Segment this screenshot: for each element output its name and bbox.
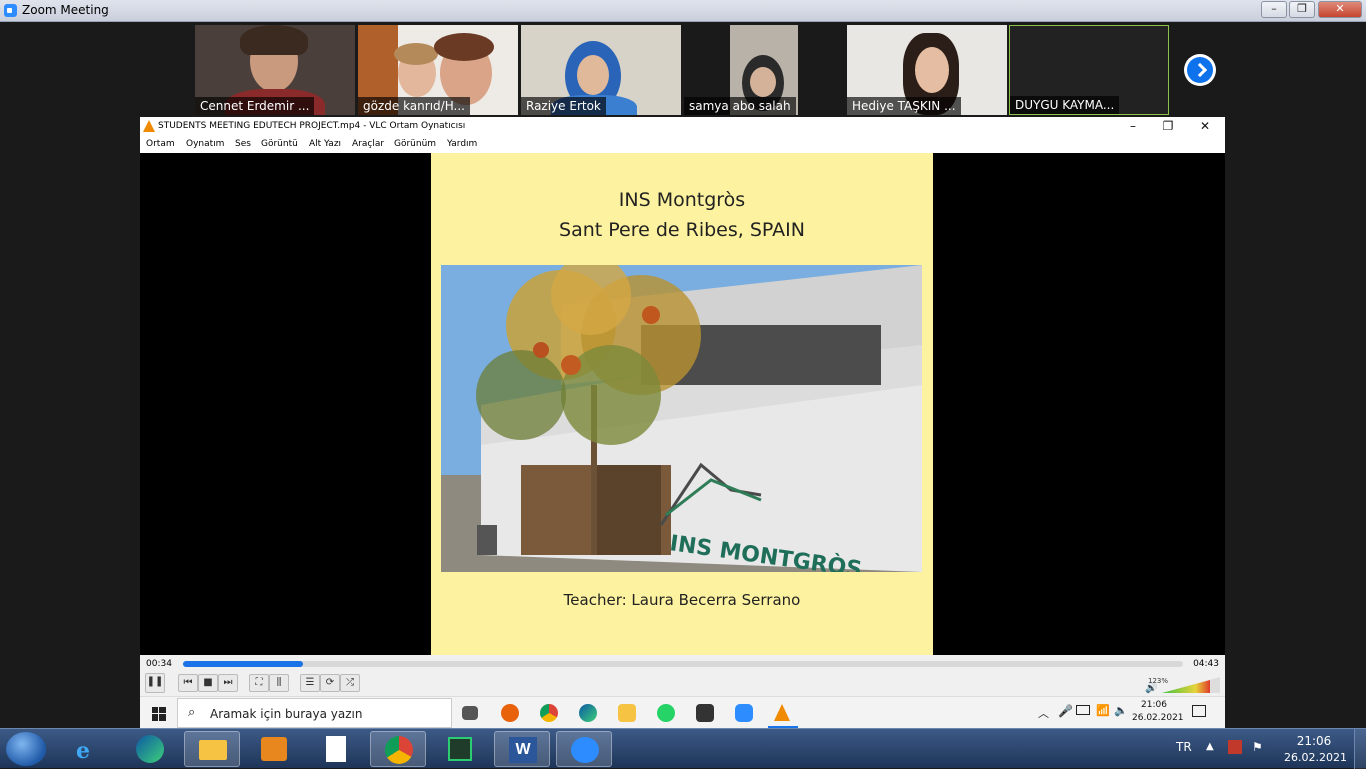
outer-clock-time[interactable]: 21:06 bbox=[1284, 734, 1344, 748]
seek-progress bbox=[183, 661, 303, 667]
wifi-icon[interactable]: 📶 bbox=[1096, 704, 1110, 717]
file-explorer-icon[interactable] bbox=[618, 704, 636, 722]
total-time: 04:43 bbox=[1193, 659, 1219, 669]
windows-start-icon[interactable] bbox=[152, 706, 166, 721]
inner-clock-time[interactable]: 21:06 bbox=[1134, 700, 1174, 710]
menu-araclar[interactable]: Araçlar bbox=[352, 139, 384, 149]
zoom-window-title: Zoom Meeting bbox=[22, 3, 109, 17]
vlc-close-button[interactable]: ✕ bbox=[1195, 119, 1215, 135]
participant-name: DUYGU KAYMA... bbox=[1010, 96, 1120, 114]
menu-ses[interactable]: Ses bbox=[235, 139, 251, 149]
vlc-minimize-button[interactable]: – bbox=[1123, 119, 1143, 135]
participant-tile[interactable]: gözde kanrıd/H... bbox=[358, 25, 518, 115]
menu-yardim[interactable]: Yardım bbox=[447, 139, 477, 149]
participant-tile-active-speaker[interactable]: DUYGU KAYMA... bbox=[1009, 25, 1169, 115]
blank-document-icon[interactable] bbox=[308, 731, 364, 767]
vlc-titlebar: STUDENTS MEETING EDUTECH PROJECT.mp4 - V… bbox=[140, 117, 1225, 137]
battery-icon[interactable] bbox=[1076, 705, 1090, 715]
whatsapp-icon[interactable] bbox=[657, 704, 675, 722]
microphone-icon[interactable]: 🎤 bbox=[1058, 704, 1073, 718]
chrome-outer-icon[interactable] bbox=[370, 731, 426, 767]
video-slide: INS Montgròs Sant Pere de Ribes, SPAIN I… bbox=[431, 153, 933, 655]
menu-oynatim[interactable]: Oynatım bbox=[186, 139, 224, 149]
participant-name: Cennet Erdemir ... bbox=[195, 97, 315, 115]
stop-button[interactable]: ■ bbox=[198, 674, 218, 692]
participant-name: Raziye Ertok bbox=[521, 97, 606, 115]
vlc-cone-icon bbox=[143, 120, 155, 132]
edge-outer-icon[interactable] bbox=[122, 731, 178, 767]
vlc-window: STUDENTS MEETING EDUTECH PROJECT.mp4 - V… bbox=[140, 117, 1225, 729]
zoom-minimize-button[interactable]: – bbox=[1261, 1, 1287, 18]
zoom-app-taskbar-icon[interactable] bbox=[735, 704, 753, 722]
vlc-taskbar-icon[interactable] bbox=[774, 704, 790, 721]
action-center-flag-icon[interactable]: ⚑ bbox=[1252, 740, 1263, 754]
menu-alt-yazi[interactable]: Alt Yazı bbox=[309, 139, 341, 149]
zoom-maximize-button[interactable]: ❐ bbox=[1289, 1, 1315, 18]
participant-tile[interactable]: Raziye Ertok bbox=[521, 25, 681, 115]
participant-name: gözde kanrıd/H... bbox=[358, 97, 470, 115]
previous-button[interactable]: ⏮ bbox=[178, 674, 198, 692]
video-area[interactable]: INS Montgròs Sant Pere de Ribes, SPAIN I… bbox=[140, 153, 1225, 655]
inner-clock-date[interactable]: 26.02.2021 bbox=[1132, 713, 1184, 723]
next-page-arrow-icon[interactable] bbox=[1184, 54, 1216, 86]
security-icon[interactable] bbox=[1228, 740, 1242, 754]
internet-explorer-icon[interactable]: e bbox=[60, 731, 116, 767]
menu-gorunum[interactable]: Görünüm bbox=[394, 139, 436, 149]
zoom-titlebar: Zoom Meeting – ❐ ✕ bbox=[0, 0, 1366, 22]
outer-clock-date[interactable]: 26.02.2021 bbox=[1284, 751, 1347, 764]
participant-tile[interactable]: Hediye TAŞKIN ... bbox=[847, 25, 1007, 115]
camera-app-icon[interactable] bbox=[696, 704, 714, 722]
playlist-button[interactable]: ☰ bbox=[300, 674, 320, 692]
search-icon: ⌕ bbox=[188, 705, 196, 720]
taskbar-search-box[interactable]: ⌕ Aramak için buraya yazın bbox=[177, 698, 452, 728]
pause-button[interactable]: ❚❚ bbox=[145, 673, 165, 693]
chevron-up-icon[interactable]: ︿ bbox=[1038, 705, 1049, 721]
shared-screen-taskbar: ⌕ Aramak için buraya yazın ︿ 🎤 📶 🔈 21:06… bbox=[140, 696, 1225, 728]
notifications-icon[interactable] bbox=[1192, 705, 1206, 717]
participant-tile[interactable]: Cennet Erdemir ... bbox=[195, 25, 355, 115]
participant-name: samya abo salah bbox=[684, 97, 796, 115]
menu-ortam[interactable]: Ortam bbox=[146, 139, 175, 149]
participant-tile[interactable]: samya abo salah bbox=[684, 25, 844, 115]
loop-button[interactable]: ⟳ bbox=[320, 674, 340, 692]
next-button[interactable]: ⏭ bbox=[218, 674, 238, 692]
slide-teacher: Teacher: Laura Becerra Serrano bbox=[563, 591, 801, 609]
app-green-icon[interactable] bbox=[432, 731, 488, 767]
show-hidden-icons-icon[interactable]: ▲ bbox=[1206, 741, 1214, 752]
word-icon[interactable]: W bbox=[494, 731, 550, 767]
search-placeholder: Aramak için buraya yazın bbox=[210, 707, 363, 721]
vlc-menubar: Ortam Oynatım Ses Görüntü Alt Yazı Araçl… bbox=[140, 137, 1225, 153]
volume-icon[interactable]: 🔈 bbox=[1114, 704, 1128, 717]
search-app-icon[interactable] bbox=[501, 704, 519, 722]
vlc-maximize-button[interactable]: ❐ bbox=[1158, 119, 1178, 135]
vlc-window-title: STUDENTS MEETING EDUTECH PROJECT.mp4 - V… bbox=[158, 121, 466, 131]
current-time: 00:34 bbox=[146, 659, 172, 669]
media-player-icon[interactable] bbox=[246, 731, 302, 767]
zoom-outer-icon[interactable] bbox=[556, 731, 612, 767]
show-desktop-button[interactable] bbox=[1354, 729, 1366, 769]
edge-icon[interactable] bbox=[579, 704, 597, 722]
chrome-icon[interactable] bbox=[540, 704, 558, 722]
language-indicator[interactable]: TR bbox=[1176, 740, 1192, 754]
slide-location: Sant Pere de Ribes, SPAIN bbox=[559, 219, 805, 241]
fullscreen-button[interactable]: ⛶ bbox=[249, 674, 269, 692]
participant-name: Hediye TAŞKIN ... bbox=[847, 97, 961, 115]
zoom-close-button[interactable]: ✕ bbox=[1318, 1, 1362, 18]
zoom-app-icon bbox=[4, 4, 17, 17]
windows-start-orb-icon[interactable] bbox=[6, 732, 46, 766]
file-explorer-outer-icon[interactable] bbox=[184, 731, 240, 767]
volume-slider[interactable] bbox=[1162, 677, 1220, 693]
seek-bar[interactable] bbox=[183, 661, 1183, 667]
task-view-icon[interactable] bbox=[462, 706, 478, 720]
slide-school-name: INS Montgròs bbox=[618, 189, 746, 211]
windows-taskbar: e W TR ▲ ⚑ 21:06 26.02.2021 bbox=[0, 728, 1366, 769]
extended-settings-button[interactable]: ⫼ bbox=[269, 674, 289, 692]
shuffle-button[interactable]: ⤮ bbox=[340, 674, 360, 692]
school-photo: INS MONTGRÒS bbox=[441, 265, 922, 572]
menu-goruntu[interactable]: Görüntü bbox=[261, 139, 298, 149]
